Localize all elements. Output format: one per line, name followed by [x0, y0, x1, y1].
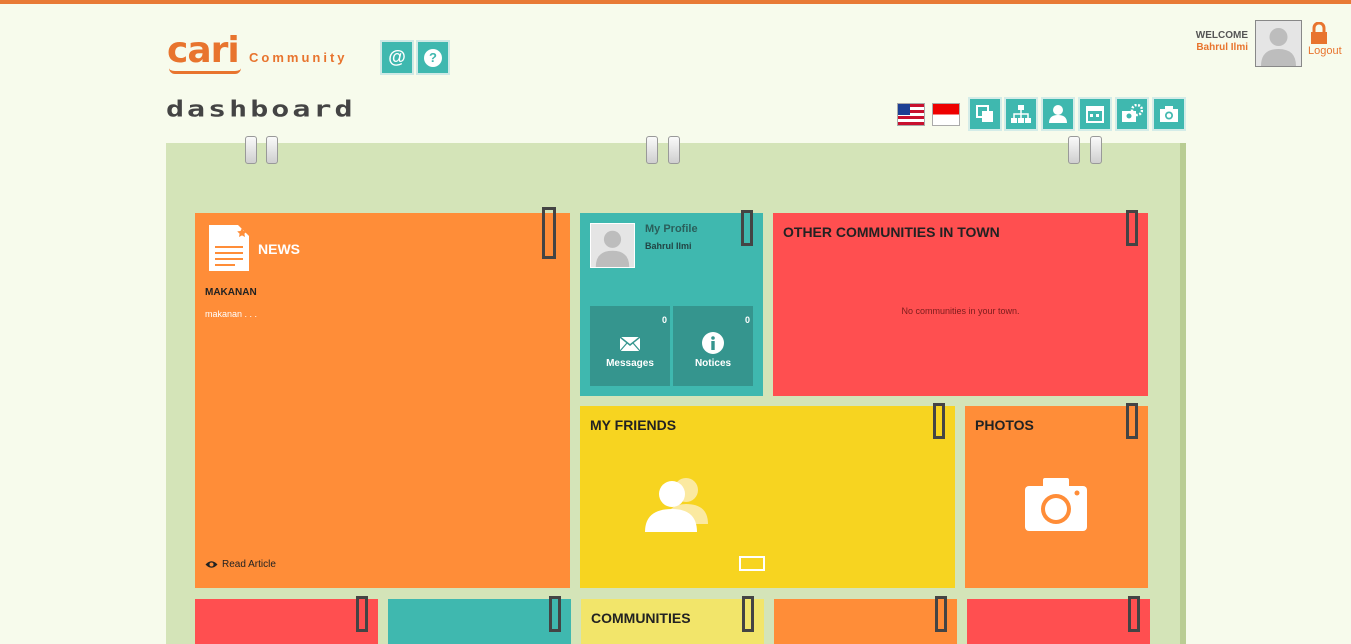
- top-accent-bar: [0, 0, 1351, 4]
- notices-count: 0: [744, 315, 750, 325]
- calendar-tool-button[interactable]: [1078, 97, 1112, 131]
- avatar-placeholder-icon: [595, 230, 630, 267]
- envelope-icon: [619, 336, 641, 352]
- board-pin: [245, 136, 257, 164]
- gear-icon: [1122, 104, 1143, 122]
- tile-clip-icon: [741, 210, 753, 246]
- sitemap-icon: [1011, 105, 1031, 123]
- communities-title: COMMUNITIES: [591, 610, 691, 626]
- profile-avatar[interactable]: [590, 223, 635, 268]
- info-icon: [702, 332, 724, 354]
- logo-word: Community: [249, 50, 348, 65]
- tile-clip-icon: [742, 596, 754, 632]
- tile-clip-icon: [1128, 596, 1140, 632]
- tile-clip-icon: [1126, 210, 1138, 246]
- user-avatar[interactable]: [1255, 20, 1302, 67]
- slideshow-indicator-icon[interactable]: [739, 556, 765, 571]
- windows-icon: [976, 105, 993, 122]
- my-profile-title[interactable]: My Profile: [645, 223, 698, 235]
- logout-link[interactable]: Logout: [1308, 45, 1342, 57]
- welcome-user-name[interactable]: Bahrul Ilmi: [1170, 42, 1248, 53]
- tile-clip-icon: [542, 207, 556, 259]
- notices-label: Notices: [694, 358, 732, 369]
- lock-icon[interactable]: [1310, 22, 1328, 44]
- news-headline[interactable]: MAKANAN: [205, 287, 257, 298]
- mention-button[interactable]: @: [380, 40, 414, 75]
- no-communities-text: No communities in your town.: [901, 306, 1020, 316]
- welcome-block: WELCOME Bahrul Ilmi: [1170, 30, 1248, 53]
- board-pin: [1068, 136, 1080, 164]
- camera-icon: [1025, 478, 1087, 531]
- my-friends-tile[interactable]: MY FRIENDS: [580, 406, 955, 588]
- profile-tile[interactable]: My Profile Bahrul Ilmi 0 Messages 0 Noti…: [580, 213, 763, 396]
- other-communities-title: OTHER COMMUNITIES IN TOWN: [783, 224, 1000, 240]
- board-pin: [646, 136, 658, 164]
- cari-community-logo[interactable]: cari Community: [167, 30, 372, 76]
- bottom-tile-red[interactable]: [195, 599, 378, 644]
- read-article-link[interactable]: Read Article: [205, 559, 276, 570]
- photos-title: PHOTOS: [975, 417, 1034, 433]
- windows-tool-button[interactable]: [968, 97, 1002, 131]
- board-pin: [668, 136, 680, 164]
- calendar-icon: [1086, 106, 1104, 123]
- avatar-placeholder-icon: [1256, 21, 1301, 66]
- logo-brand: cari: [167, 30, 240, 71]
- user-icon: [1049, 105, 1067, 123]
- english-flag-icon[interactable]: [897, 103, 925, 126]
- tile-clip-icon: [1126, 403, 1138, 439]
- tile-clip-icon: [935, 596, 947, 632]
- board-pin: [266, 136, 278, 164]
- settings-tool-button[interactable]: [1115, 97, 1149, 131]
- tile-clip-icon: [549, 596, 561, 632]
- news-excerpt: makanan . . .: [205, 309, 258, 319]
- camera-icon: [1160, 106, 1178, 122]
- communities-tile[interactable]: COMMUNITIES: [581, 599, 764, 644]
- my-friends-title: MY FRIENDS: [590, 417, 677, 433]
- friends-icon: [645, 478, 708, 532]
- logo-swoosh: [169, 68, 241, 74]
- messages-count: 0: [661, 315, 667, 325]
- profile-name: Bahrul Ilmi: [645, 241, 692, 251]
- tile-clip-icon: [356, 596, 368, 632]
- bottom-tile-red-2[interactable]: [967, 599, 1150, 644]
- sitemap-tool-button[interactable]: [1004, 97, 1038, 131]
- indonesian-flag-icon[interactable]: [932, 103, 960, 126]
- notices-button[interactable]: 0 Notices: [673, 306, 753, 386]
- photos-tile[interactable]: PHOTOS: [965, 406, 1148, 588]
- messages-button[interactable]: 0 Messages: [590, 306, 670, 386]
- news-tile[interactable]: NEWS MAKANAN makanan . . . Read Article: [195, 213, 570, 588]
- bottom-tile-orange[interactable]: [774, 599, 957, 644]
- news-document-icon: [209, 225, 249, 271]
- welcome-label: WELCOME: [1195, 30, 1248, 41]
- photo-tool-button[interactable]: [1152, 97, 1186, 131]
- other-communities-tile[interactable]: OTHER COMMUNITIES IN TOWN No communities…: [773, 213, 1148, 396]
- board-pin: [1090, 136, 1102, 164]
- tile-clip-icon: [933, 403, 945, 439]
- eye-icon: [205, 561, 218, 568]
- page-title: dashboard: [166, 96, 356, 123]
- read-article-label: Read Article: [222, 559, 276, 570]
- profile-tool-button[interactable]: [1041, 97, 1075, 131]
- help-icon: ?: [424, 48, 442, 67]
- messages-label: Messages: [606, 358, 654, 369]
- bottom-tile-teal[interactable]: [388, 599, 571, 644]
- help-button[interactable]: ?: [416, 40, 450, 75]
- news-title: NEWS: [258, 241, 300, 257]
